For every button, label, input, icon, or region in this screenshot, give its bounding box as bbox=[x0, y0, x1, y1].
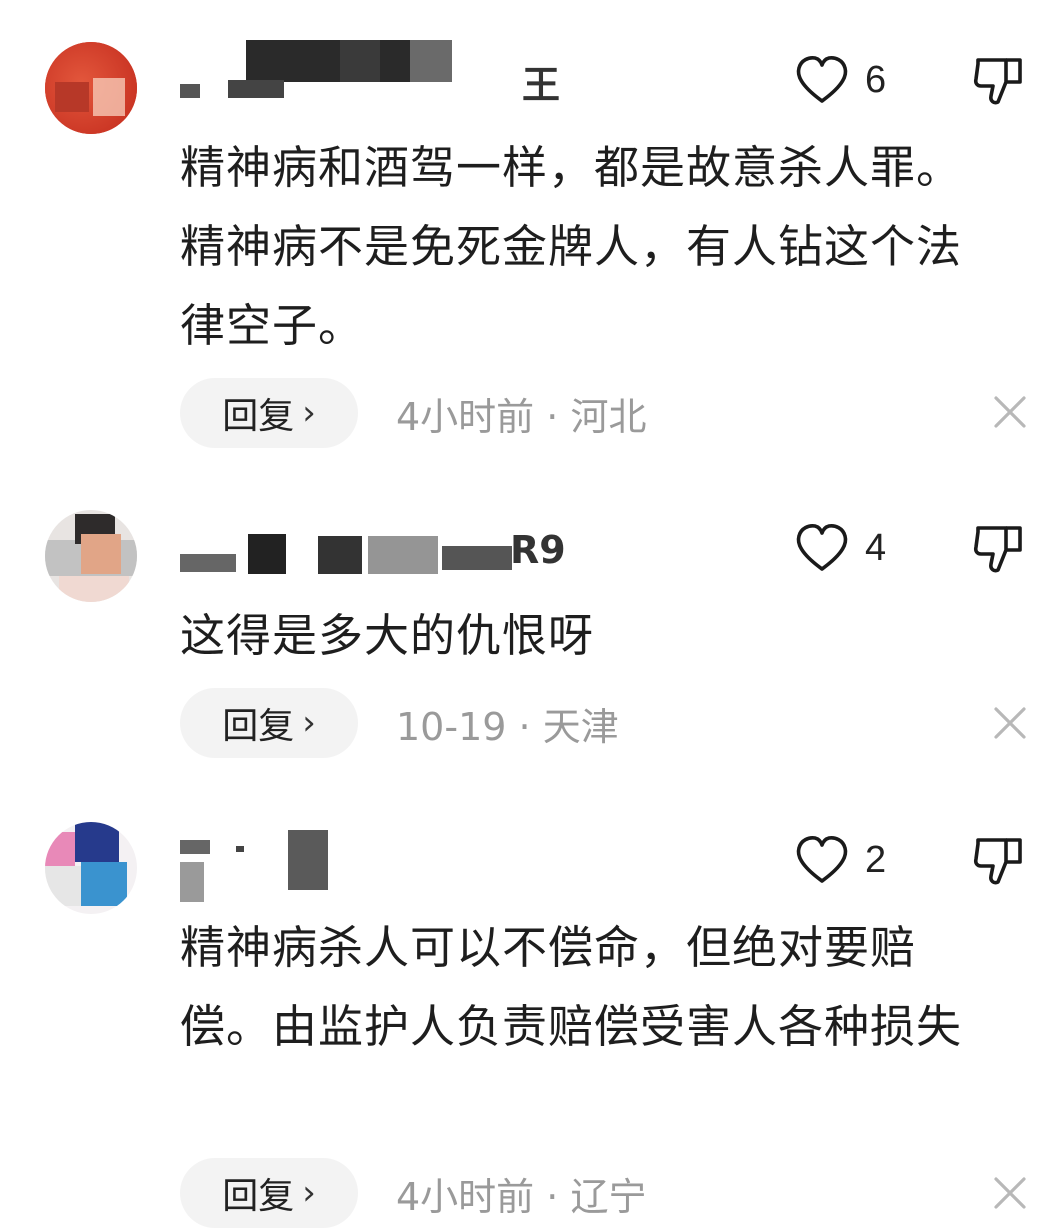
comment-time: 4小时前 bbox=[396, 1174, 535, 1219]
username[interactable]: R9 bbox=[180, 518, 600, 578]
thumbs-down-icon bbox=[972, 52, 1026, 108]
comment-location: 辽宁 bbox=[570, 1174, 647, 1219]
thumbs-down-icon bbox=[972, 520, 1026, 576]
dismiss-button[interactable] bbox=[992, 705, 1028, 741]
comment-time: 10-19 bbox=[396, 704, 507, 749]
dislike-button[interactable] bbox=[972, 832, 1026, 892]
dismiss-button[interactable] bbox=[992, 394, 1028, 430]
comment-meta: 回复 › 4小时前 · 辽宁 bbox=[180, 1158, 646, 1228]
comment-location: 河北 bbox=[570, 394, 647, 439]
chevron-right-icon: › bbox=[302, 393, 316, 433]
dismiss-button[interactable] bbox=[992, 1175, 1028, 1211]
close-icon bbox=[992, 1175, 1028, 1211]
username-visible-text: R9 bbox=[510, 528, 566, 572]
heart-icon bbox=[795, 55, 849, 105]
comment-location: 天津 bbox=[542, 704, 619, 749]
comment-meta: 回复 › 4小时前 · 河北 bbox=[180, 378, 646, 448]
meta-separator: · bbox=[546, 394, 559, 439]
comment-time-location: 4小时前 · 辽宁 bbox=[396, 1166, 646, 1221]
comment-text: 精神病杀人可以不偿命，但绝对要赔偿。由监护人负责赔偿受害人各种损失 bbox=[180, 921, 963, 1053]
comment-text: 这得是多大的仇恨呀 bbox=[180, 609, 595, 662]
meta-separator: · bbox=[546, 1174, 559, 1219]
reply-button[interactable]: 回复 › bbox=[180, 378, 358, 448]
like-button[interactable]: 4 bbox=[795, 518, 886, 578]
like-button[interactable]: 2 bbox=[795, 830, 886, 890]
username[interactable] bbox=[180, 828, 600, 902]
chevron-right-icon: › bbox=[302, 1173, 316, 1213]
comment-time: 4小时前 bbox=[396, 394, 535, 439]
close-icon bbox=[992, 394, 1028, 430]
reply-label: 回复 bbox=[222, 706, 295, 747]
reply-button[interactable]: 回复 › bbox=[180, 1158, 358, 1228]
avatar[interactable] bbox=[45, 42, 137, 134]
dislike-button[interactable] bbox=[972, 520, 1026, 580]
meta-separator: · bbox=[518, 704, 531, 749]
avatar[interactable] bbox=[45, 510, 137, 602]
comment-meta: 回复 › 10-19 · 天津 bbox=[180, 688, 619, 758]
close-icon bbox=[992, 705, 1028, 741]
like-count: 6 bbox=[865, 58, 887, 101]
like-count: 2 bbox=[865, 838, 887, 881]
dislike-button[interactable] bbox=[972, 52, 1026, 112]
reply-button[interactable]: 回复 › bbox=[180, 688, 358, 758]
heart-icon bbox=[795, 523, 849, 573]
heart-icon bbox=[795, 835, 849, 885]
like-count: 4 bbox=[865, 526, 887, 569]
chevron-right-icon: › bbox=[302, 703, 316, 743]
comment-time-location: 4小时前 · 河北 bbox=[396, 386, 646, 441]
avatar[interactable] bbox=[45, 822, 137, 914]
comment-time-location: 10-19 · 天津 bbox=[396, 696, 619, 751]
reply-label: 回复 bbox=[222, 396, 295, 437]
username[interactable]: 王 bbox=[180, 40, 600, 107]
thumbs-down-icon bbox=[972, 832, 1026, 888]
comment-text: 精神病和酒驾一样，都是故意杀人罪。精神病不是免死金牌人，有人钻这个法律空子。 bbox=[180, 141, 963, 352]
username-visible-text: 王 bbox=[522, 63, 561, 107]
reply-label: 回复 bbox=[222, 1176, 295, 1217]
like-button[interactable]: 6 bbox=[795, 50, 886, 110]
